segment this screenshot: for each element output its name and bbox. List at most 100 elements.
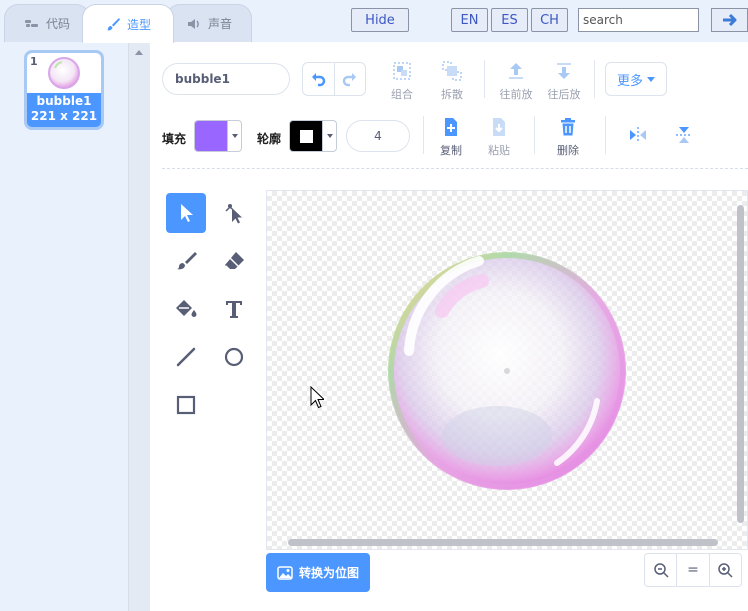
outline-label: 轮廓 (257, 132, 282, 146)
toolbar-divider-line (162, 168, 748, 169)
tab-code[interactable]: 代码 (4, 4, 90, 42)
more-label: 更多 (616, 73, 643, 89)
eraser-icon (225, 252, 244, 269)
costume-name: bubble1 (36, 94, 92, 108)
fill-swatch[interactable] (195, 121, 227, 151)
drawing-canvas[interactable] (266, 190, 748, 550)
zoom-controls: = (644, 553, 742, 587)
fill-color-picker[interactable] (194, 120, 242, 152)
toolbar-divider (423, 116, 424, 154)
backward-button[interactable]: 往后放 (544, 60, 584, 102)
ungroup-button[interactable]: 拆散 (432, 60, 472, 102)
bubble-drawing[interactable] (267, 191, 748, 550)
flip-horizontal-button[interactable] (618, 124, 658, 150)
redo-button[interactable] (333, 63, 365, 95)
group-button[interactable]: 组合 (382, 60, 422, 102)
ungroup-label: 拆散 (441, 88, 463, 101)
ungroup-icon (442, 61, 462, 81)
lang-es-button[interactable]: ES (491, 8, 528, 32)
chevron-down-icon (326, 134, 333, 138)
copy-button[interactable]: 复制 (431, 116, 471, 158)
scroll-up-icon[interactable] (135, 50, 143, 55)
zoom-out-button[interactable] (645, 554, 676, 586)
outline-width-input[interactable] (346, 120, 410, 152)
reshape-icon (225, 204, 242, 224)
hide-button[interactable]: Hide (351, 8, 409, 32)
top-bar: 代码 声音 造型 Hide EN ES CH (0, 0, 748, 43)
undo-button[interactable] (303, 63, 334, 95)
copy-icon (445, 118, 457, 136)
rectangle-tool[interactable] (166, 385, 206, 425)
costume-name-input[interactable] (162, 63, 290, 95)
speaker-icon (187, 18, 199, 29)
go-button[interactable] (711, 8, 748, 32)
zoom-reset-button[interactable]: = (676, 554, 708, 586)
costume-list-scrollbar[interactable] (128, 42, 150, 611)
reshape-tool[interactable] (214, 193, 254, 233)
group-icon (393, 62, 411, 80)
outline-dropdown[interactable] (322, 121, 336, 151)
chevron-down-icon (647, 76, 655, 82)
tab-code-label: 代码 (45, 17, 70, 31)
toolbar-divider (534, 116, 535, 154)
costume-list: 1 bubble1 221 x 221 (0, 42, 128, 611)
paste-label: 粘贴 (488, 144, 510, 157)
circle-tool[interactable] (214, 337, 254, 377)
group-label: 组合 (391, 88, 413, 101)
text-tool[interactable] (214, 289, 254, 329)
eraser-tool[interactable] (214, 241, 254, 281)
copy-label: 复制 (440, 144, 462, 157)
code-icon (24, 19, 38, 27)
trash-icon (561, 118, 575, 136)
zoom-in-button[interactable] (708, 554, 741, 586)
undo-redo-group (302, 62, 366, 96)
chevron-down-icon (231, 134, 238, 138)
toolbar-divider (484, 60, 485, 98)
flip-vertical-button[interactable] (664, 124, 704, 150)
brush-tool[interactable] (166, 241, 206, 281)
arrow-right-icon (722, 13, 736, 27)
delete-label: 删除 (557, 144, 579, 157)
move-forward-icon (509, 63, 523, 79)
select-tool[interactable] (166, 193, 206, 233)
text-icon (226, 301, 242, 318)
canvas-horizontal-scrollbar[interactable] (288, 539, 718, 546)
backward-label: 往后放 (547, 88, 581, 101)
toolbar-divider (605, 116, 606, 154)
tab-costume[interactable]: 造型 (82, 4, 174, 43)
lang-ch-button[interactable]: CH (531, 8, 568, 32)
search-input[interactable] (578, 8, 699, 32)
outline-color-picker[interactable] (289, 120, 337, 152)
costume-card[interactable]: 1 bubble1 221 x 221 (24, 50, 104, 130)
paintbrush-icon (106, 18, 120, 31)
paint-editor: 组合 拆散 往前放 往后放 更多 填充 轮廓 复制 粘贴 删 (150, 42, 748, 611)
delete-button[interactable]: 删除 (548, 116, 588, 158)
brush-icon (177, 252, 197, 270)
mouse-cursor-icon (310, 386, 324, 409)
tab-sound-label: 声音 (207, 17, 232, 31)
flip-vertical-icon (676, 127, 692, 143)
forward-button[interactable]: 往前放 (496, 60, 536, 102)
rectangle-icon (176, 395, 196, 415)
image-icon (277, 565, 293, 580)
lang-en-button[interactable]: EN (451, 8, 488, 32)
paste-button[interactable]: 粘贴 (479, 116, 519, 158)
tab-sound[interactable]: 声音 (166, 4, 252, 42)
line-tool[interactable] (166, 337, 206, 377)
zoom-in-icon (718, 563, 733, 578)
canvas-vertical-scrollbar[interactable] (737, 205, 744, 523)
outline-swatch[interactable] (290, 121, 322, 151)
toolbar-divider (594, 60, 595, 98)
costume-size: 221 x 221 (30, 109, 98, 123)
more-button[interactable]: 更多 (605, 62, 667, 96)
circle-icon (224, 347, 244, 367)
fill-dropdown[interactable] (227, 121, 241, 151)
convert-to-bitmap-label: 转换为位图 (298, 566, 359, 580)
costume-number: 1 (30, 55, 38, 68)
fill-label: 填充 (162, 132, 187, 146)
convert-to-bitmap-button[interactable]: 转换为位图 (266, 553, 370, 592)
forward-label: 往前放 (499, 88, 533, 101)
costume-thumbnail (27, 53, 101, 93)
tab-costume-label: 造型 (126, 17, 151, 32)
fill-tool[interactable] (166, 289, 206, 329)
